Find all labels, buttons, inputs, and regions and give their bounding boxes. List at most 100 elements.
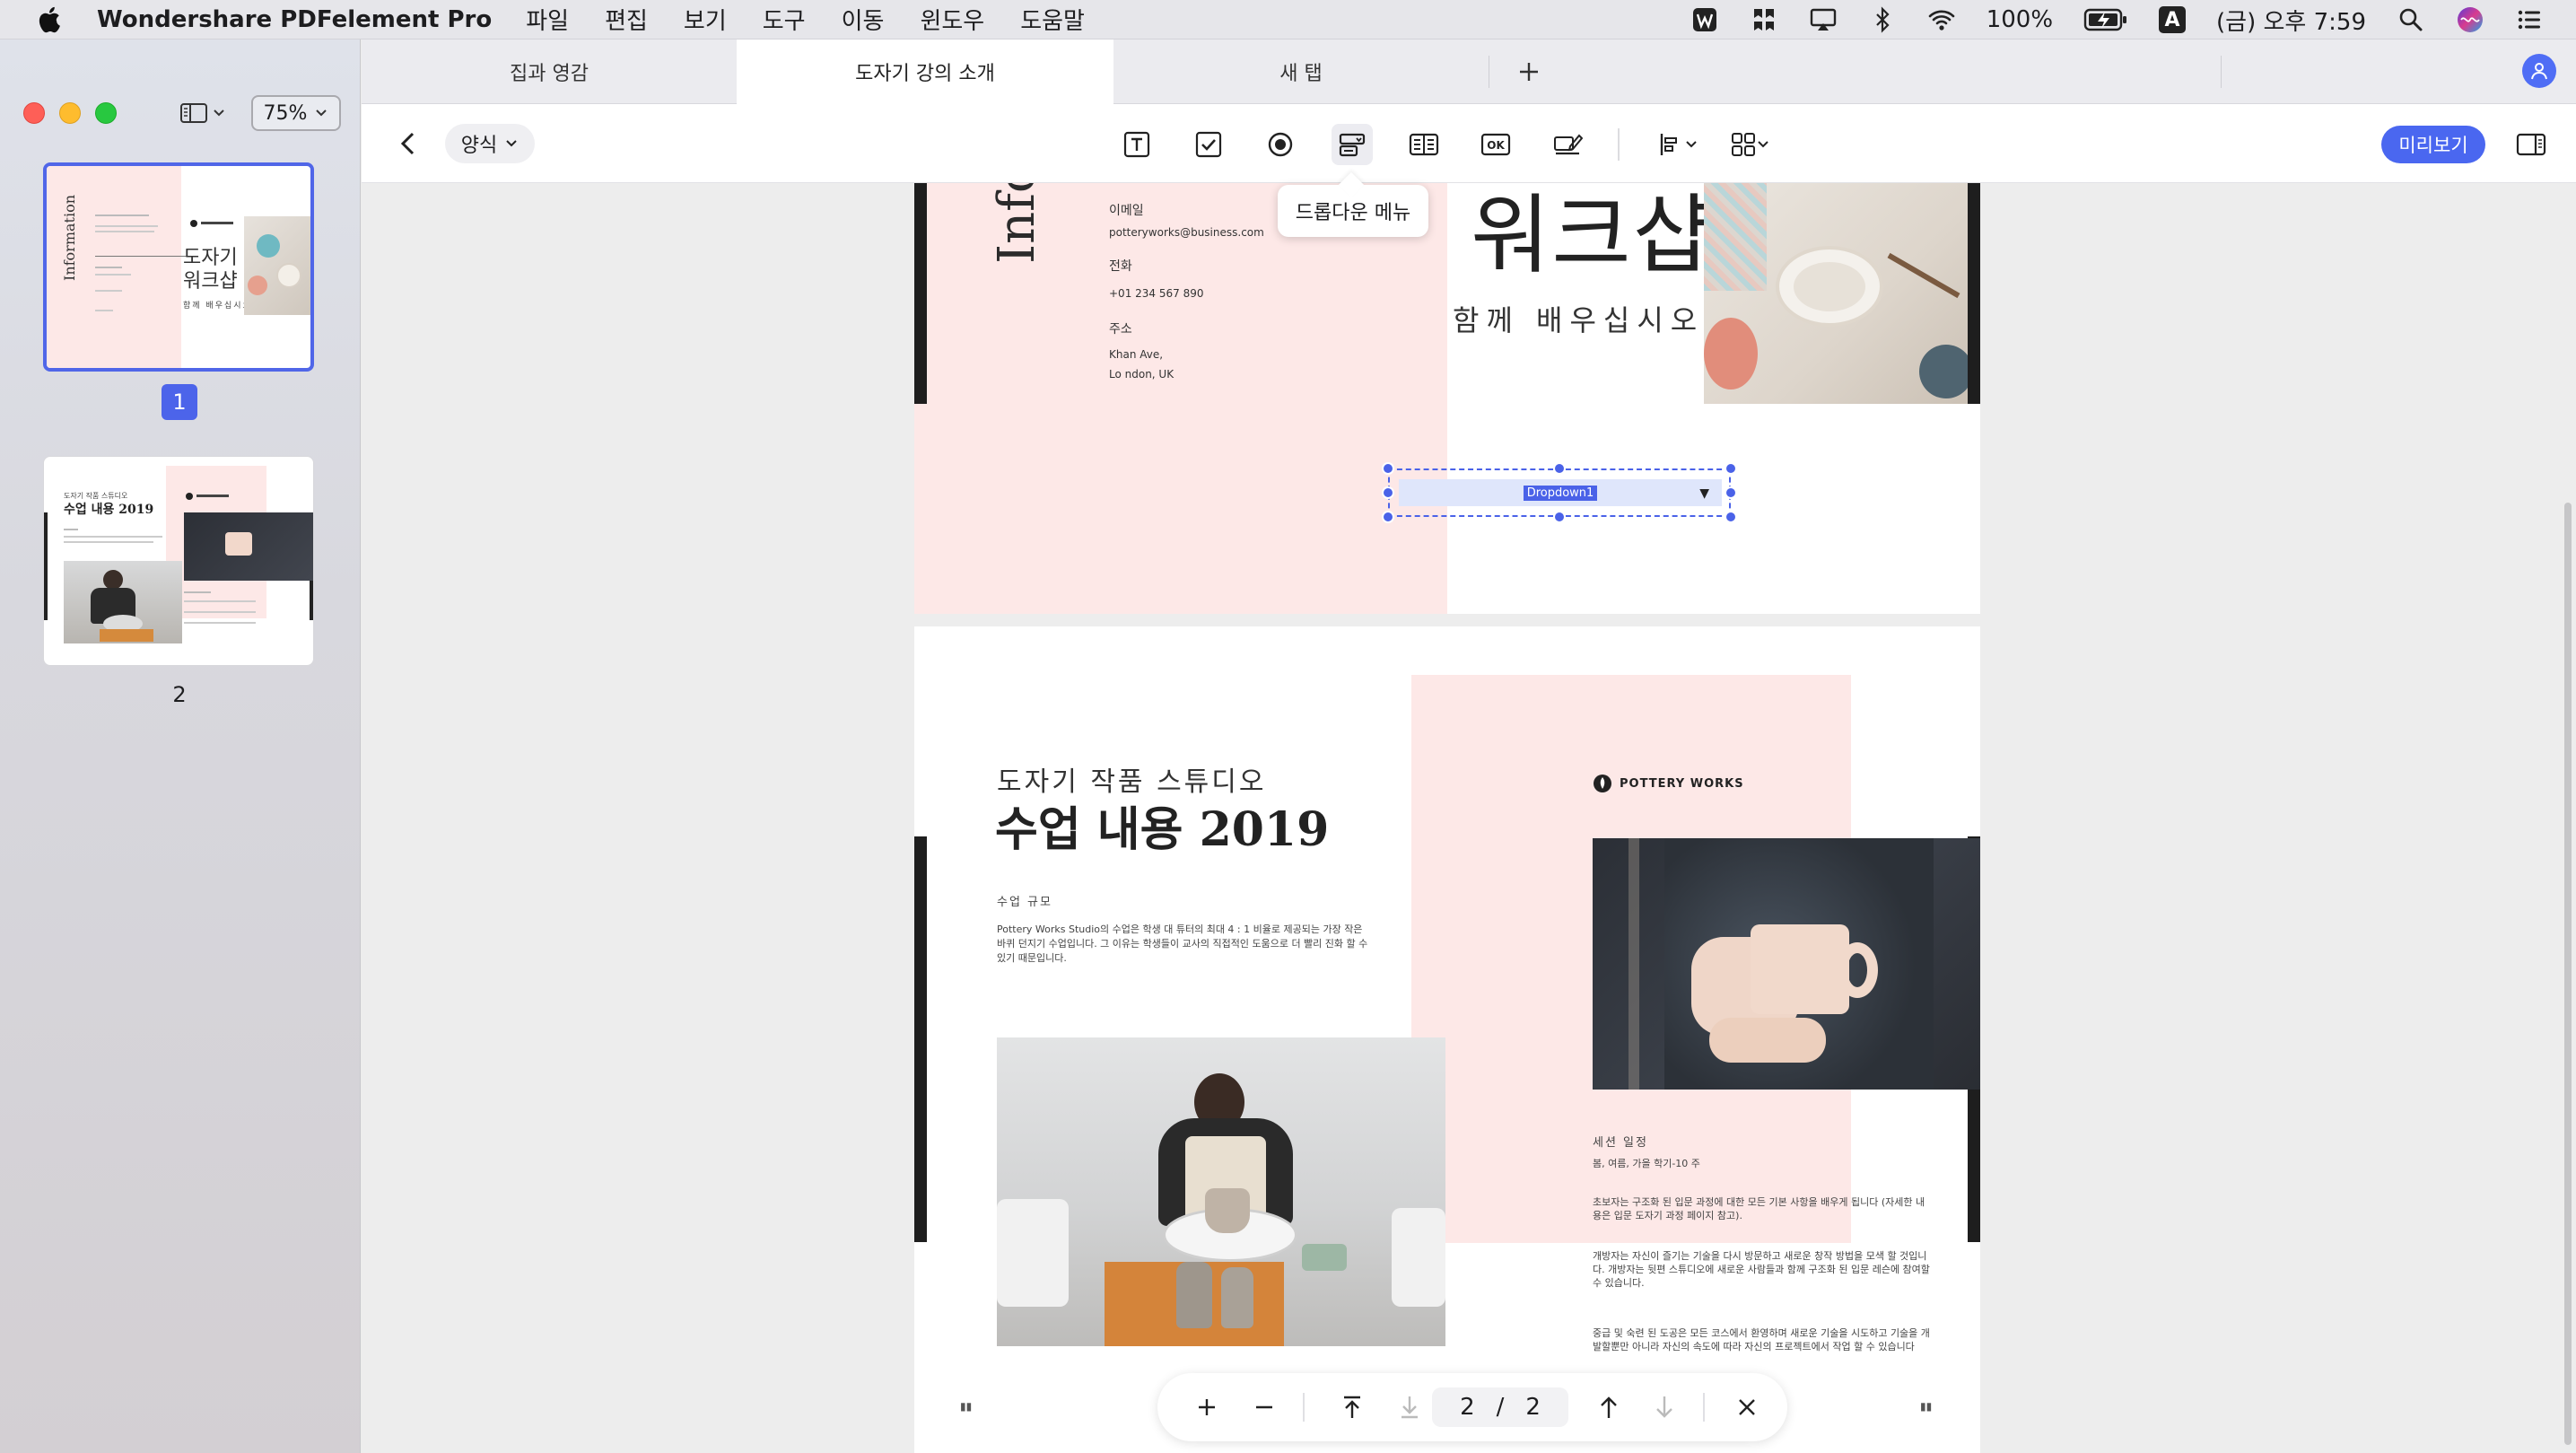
svg-text:OK: OK [1487,139,1505,152]
bookmark-app-icon[interactable] [1750,5,1778,34]
page1-side-bar [914,183,927,404]
dropdown-tool[interactable] [1332,124,1373,165]
menubar-clock[interactable]: (금) 오후 7:59 [2216,4,2366,37]
tooltip-text: 드롭다운 메뉴 [1295,202,1411,224]
minimize-window-button[interactable] [59,102,81,124]
thumb-line [184,611,256,613]
account-button[interactable] [2522,54,2556,88]
resize-handle-bottom-left[interactable] [1382,511,1394,523]
text-field-tool[interactable] [1116,124,1157,165]
menu-file[interactable]: 파일 [526,3,569,36]
siri-icon[interactable] [2456,5,2484,34]
apple-icon[interactable] [34,3,66,37]
page-number-badge-1[interactable]: 1 [162,384,197,420]
menu-help[interactable]: 도움말 [1020,3,1085,36]
align-dropdown[interactable] [1651,124,1705,165]
page-thumbnail-2[interactable]: 도자기 작품 스튜디오 수업 내용 2019 [43,456,314,666]
thumb2-photo-potter [64,561,182,643]
signature-tool[interactable] [1547,124,1588,165]
next-page-button[interactable] [1647,1390,1681,1424]
menu-view[interactable]: 보기 [684,3,727,36]
checkbox-tool[interactable] [1188,124,1229,165]
phone-label: 전화 [1109,259,1132,274]
wifi-icon[interactable] [1927,5,1956,34]
tab-label: 집과 영감 [510,63,589,85]
input-source-badge[interactable]: A [2159,6,2187,33]
class-size-paragraph: Pottery Works Studio의 수업은 학생 대 튜터의 최대 4 … [997,923,1368,964]
user-icon [2531,63,2547,80]
vertical-scrollbar[interactable] [2564,503,2572,1445]
radio-button-tool[interactable] [1260,124,1301,165]
control-center-icon[interactable] [2515,5,2544,34]
resize-handle-left[interactable] [1382,486,1394,499]
zoom-out-button[interactable] [1247,1390,1281,1424]
address-line-1: Khan Ave, [1109,348,1164,361]
pottery-works-logo: POTTERY WORKS [1593,772,1744,795]
potter-at-wheel-photo [997,1037,1445,1346]
resize-handle-right[interactable] [1725,486,1737,499]
airplay-icon[interactable] [1809,5,1838,34]
thumb1-vertical-text: Information [61,194,78,281]
app-name[interactable]: Wondershare PDFelement Pro [97,6,492,33]
zoom-in-button[interactable] [1190,1390,1224,1424]
arrow-up-icon [1601,1396,1617,1418]
dropdown-form-field[interactable]: Dropdown1 ▼ [1388,468,1731,517]
toolbar-divider [1618,128,1620,161]
sidebar-view-toggle[interactable] [179,95,237,131]
page-number-input[interactable]: 2 / 2 [1432,1387,1568,1427]
email-label: 이메일 [1109,204,1144,218]
bluetooth-icon[interactable] [1868,5,1897,34]
tab-new[interactable]: 새 탭 [1113,39,1489,104]
thumb2-photo-mug [184,512,313,581]
caret-down-icon: ▼ [1699,486,1709,501]
zoom-select[interactable]: 75% [251,95,341,131]
logo-text: POTTERY WORKS [1620,776,1744,791]
new-tab-button[interactable] [1489,39,1569,104]
resize-handle-top[interactable] [1553,462,1566,475]
page2-title: 수업 내용 2019 [995,802,1330,857]
thumb-line [95,231,154,232]
tab-label: 도자기 강의 소개 [855,63,995,85]
list-box-tool[interactable] [1403,124,1445,165]
battery-charging-icon[interactable] [2083,7,2128,32]
close-navigation-button[interactable] [1730,1390,1764,1424]
tab-label: 새 탭 [1279,63,1323,85]
plus-icon [1520,63,1538,81]
form-mode-dropdown[interactable]: 양식 [445,124,535,163]
text-field-icon [1123,131,1150,158]
close-window-button[interactable] [23,102,45,124]
page-number-label-2[interactable]: 2 [162,682,197,707]
zoom-window-button[interactable] [95,102,117,124]
preview-button[interactable]: 미리보기 [2381,126,2485,163]
first-page-button[interactable] [1335,1390,1369,1424]
resize-handle-bottom[interactable] [1553,511,1566,523]
dropdown-field-body[interactable]: Dropdown1 ▼ [1399,479,1722,506]
resize-handle-top-left[interactable] [1382,462,1394,475]
back-button[interactable] [391,126,425,162]
menu-edit[interactable]: 편집 [605,3,648,36]
distribute-dropdown[interactable] [1723,124,1777,165]
last-page-button[interactable] [1393,1390,1427,1424]
right-panel-toggle[interactable] [2514,127,2548,162]
tab-home-inspiration[interactable]: 집과 영감 [362,39,737,104]
spotlight-search-icon[interactable] [2397,5,2425,34]
page-thumbnail-1[interactable]: Information 도자기 워크샵 함께 배우십시오 [43,162,314,372]
email-value: potteryworks@business.com [1109,226,1264,239]
pdfelement-status-icon[interactable] [1690,5,1719,34]
zoom-value: 75% [263,101,308,125]
thumb-line [64,541,153,543]
menu-go[interactable]: 이동 [842,3,885,36]
button-tool[interactable]: OK [1475,124,1516,165]
tab-divider [2221,56,2222,88]
pdf-page-2[interactable]: 도자기 작품 스튜디오 수업 내용 2019 수업 규모 Pottery Wor… [914,626,1980,1453]
close-icon [1739,1399,1755,1415]
resize-handle-bottom-right[interactable] [1725,511,1737,523]
menu-window[interactable]: 윈도우 [920,3,984,36]
menu-tools[interactable]: 도구 [763,3,806,36]
pdf-page-1[interactable]: Info 이메일 potteryworks@business.com 전화 +0… [914,183,1980,614]
resize-handle-top-right[interactable] [1725,462,1737,475]
intermediate-paragraph: 중급 및 숙련 된 도공은 모든 코스에서 환영하며 새로운 기술을 시도하고 … [1593,1327,1930,1352]
tab-pottery-course[interactable]: 도자기 강의 소개 [737,39,1113,104]
sidebar-right-icon [2516,133,2546,156]
previous-page-button[interactable] [1592,1390,1626,1424]
